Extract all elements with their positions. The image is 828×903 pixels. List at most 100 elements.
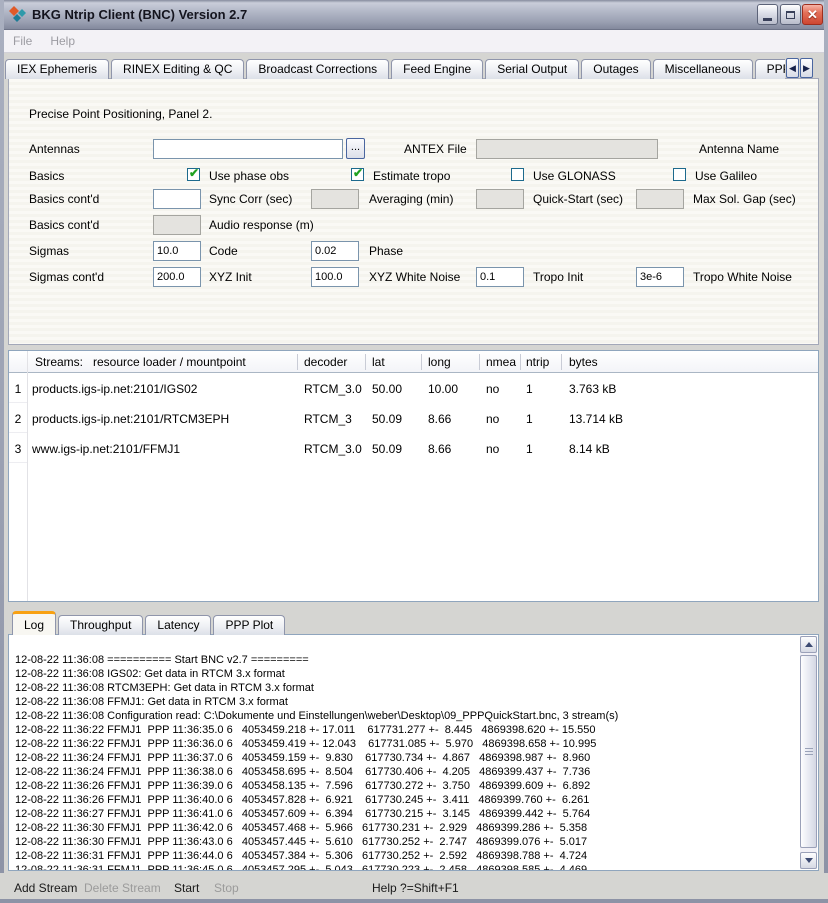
ppp2-panel: Precise Point Positioning, Panel 2. Ante… — [8, 78, 819, 345]
cell-mount: www.igs-ip.net:2101/FFMJ1 — [32, 442, 180, 456]
averaging-label: Averaging (min) — [369, 192, 453, 206]
tab-feed-engine[interactable]: Feed Engine — [391, 59, 483, 79]
use-phase-obs-checkbox[interactable] — [187, 168, 200, 181]
cell-nmea: no — [486, 382, 499, 396]
antennas-input[interactable] — [153, 139, 343, 159]
antex-file-input — [476, 139, 658, 159]
cell-num: 3 — [9, 442, 27, 463]
cell-decoder: RTCM_3 — [304, 412, 352, 426]
quick-start-label: Quick-Start (sec) — [533, 192, 623, 206]
sigma-phase-input[interactable] — [311, 241, 359, 261]
close-button[interactable]: ✕ — [802, 4, 823, 25]
cell-decoder: RTCM_3.0 — [304, 382, 362, 396]
table-row[interactable]: 3 www.igs-ip.net:2101/FFMJ1 RTCM_3.0 50.09 8… — [9, 433, 818, 463]
basics-contd2-label: Basics cont'd — [29, 218, 99, 232]
add-stream-button[interactable]: Add Stream — [14, 881, 77, 895]
tab-log[interactable]: Log — [12, 611, 56, 635]
basics-contd-label: Basics cont'd — [29, 192, 99, 206]
quick-start-input — [476, 189, 524, 209]
scroll-up-button[interactable] — [800, 636, 817, 653]
use-glonass-checkbox[interactable] — [511, 168, 524, 181]
log-scrollbar[interactable] — [800, 636, 817, 869]
tab-ppp-1[interactable]: PPP (1) — [755, 59, 785, 79]
max-sol-gap-label: Max Sol. Gap (sec) — [693, 192, 796, 206]
tab-outages[interactable]: Outages — [581, 59, 650, 79]
tab-iex-ephemeris[interactable]: IEX Ephemeris — [5, 59, 109, 79]
streams-rows: 1products.igs-ip.net:2101/IGS02RTCM_3.05… — [9, 373, 818, 603]
audio-response-label: Audio response (m) — [209, 218, 314, 232]
scrollbar-thumb[interactable] — [800, 655, 817, 848]
title-bar[interactable]: BKG Ntrip Client (BNC) Version 2.7 ✕ — [0, 0, 828, 30]
scroll-up-icon — [805, 642, 813, 647]
maximize-icon — [786, 11, 795, 19]
estimate-tropo-label: Estimate tropo — [373, 169, 450, 183]
xyz-white-noise-label: XYZ White Noise — [369, 270, 460, 284]
cell-bytes: 3.763 kB — [569, 382, 616, 396]
xyz-white-noise-input[interactable] — [311, 267, 359, 287]
cell-lat: 50.00 — [372, 382, 402, 396]
log-text[interactable]: 12-08-22 11:36:08 ========== Start BNC v… — [9, 635, 800, 870]
col-ntrip: ntrip — [526, 355, 549, 369]
tab-serial-output[interactable]: Serial Output — [485, 59, 579, 79]
sync-corr-input[interactable] — [153, 189, 201, 209]
menu-file[interactable]: File — [13, 34, 32, 48]
col-decoder: decoder — [304, 355, 347, 369]
tropo-white-noise-input[interactable] — [636, 267, 684, 287]
tropo-init-input[interactable] — [476, 267, 524, 287]
tab-throughput[interactable]: Throughput — [58, 615, 143, 635]
use-phase-obs-label: Use phase obs — [209, 169, 289, 183]
table-row[interactable]: 1products.igs-ip.net:2101/IGS02RTCM_3.05… — [9, 373, 818, 403]
tab-miscellaneous[interactable]: Miscellaneous — [653, 59, 753, 79]
col-long: long — [428, 355, 451, 369]
sigmas-contd-label: Sigmas cont'd — [29, 270, 104, 284]
tab-latency[interactable]: Latency — [145, 615, 211, 635]
menu-help[interactable]: Help — [50, 34, 75, 48]
sigma-phase-label: Phase — [369, 244, 403, 258]
estimate-tropo-checkbox[interactable] — [351, 168, 364, 181]
start-button[interactable]: Start — [174, 881, 199, 895]
cell-decoder: RTCM_3.0 — [304, 442, 362, 456]
tab-broadcast-corrections[interactable]: Broadcast Corrections — [246, 59, 389, 79]
minimize-icon — [763, 18, 772, 21]
cell-mount: products.igs-ip.net:2101/RTCM3EPH — [32, 412, 229, 426]
col-nmea: nmea — [486, 355, 516, 369]
antenna-name-label: Antenna Name — [699, 142, 779, 156]
help-hint: Help ?=Shift+F1 — [372, 881, 459, 895]
antex-browse-button[interactable]: ... — [346, 138, 365, 159]
menu-bar: File Help — [4, 30, 824, 53]
xyz-init-input[interactable] — [153, 267, 201, 287]
tab-rinex-editing-qc[interactable]: RINEX Editing & QC — [111, 59, 244, 79]
cell-ntrip: 1 — [526, 442, 533, 456]
sigma-code-input[interactable] — [153, 241, 201, 261]
tab-scroll-left-icon[interactable]: ◀ — [786, 58, 799, 78]
tab-ppp-plot[interactable]: PPP Plot — [213, 615, 285, 635]
tab-scroll-right-icon[interactable]: ▶ — [800, 58, 813, 78]
cell-nmea: no — [486, 412, 499, 426]
sigmas-label: Sigmas — [29, 244, 69, 258]
cell-ntrip: 1 — [526, 382, 533, 396]
cell-lat: 50.09 — [372, 442, 402, 456]
cell-bytes: 13.714 kB — [569, 412, 623, 426]
tropo-white-noise-label: Tropo White Noise — [693, 270, 792, 284]
cell-long: 8.66 — [428, 442, 451, 456]
cell-long: 10.00 — [428, 382, 458, 396]
bnc-window: BKG Ntrip Client (BNC) Version 2.7 ✕ Fil… — [0, 0, 828, 903]
use-galileo-checkbox[interactable] — [673, 168, 686, 181]
antennas-label: Antennas — [29, 142, 80, 156]
log-panel: 12-08-22 11:36:08 ========== Start BNC v… — [8, 634, 819, 871]
scroll-down-button[interactable] — [800, 852, 817, 869]
minimize-button[interactable] — [757, 4, 778, 25]
stop-button: Stop — [214, 881, 239, 895]
use-glonass-label: Use GLONASS — [533, 169, 616, 183]
main-tab-bar: IEX EphemerisRINEX Editing & QCBroadcast… — [5, 55, 785, 79]
col-streams: Streams: resource loader / mountpoint — [35, 355, 246, 369]
cell-long: 8.66 — [428, 412, 451, 426]
maximize-button[interactable] — [780, 4, 801, 25]
app-icon — [9, 6, 27, 24]
cell-nmea: no — [486, 442, 499, 456]
sync-corr-label: Sync Corr (sec) — [209, 192, 292, 206]
table-row[interactable]: 2products.igs-ip.net:2101/RTCM3EPHRTCM_3… — [9, 403, 818, 433]
log-tab-bar: LogThroughputLatencyPPP Plot — [12, 611, 287, 635]
cell-lat: 50.09 — [372, 412, 402, 426]
use-galileo-label: Use Galileo — [695, 169, 757, 183]
